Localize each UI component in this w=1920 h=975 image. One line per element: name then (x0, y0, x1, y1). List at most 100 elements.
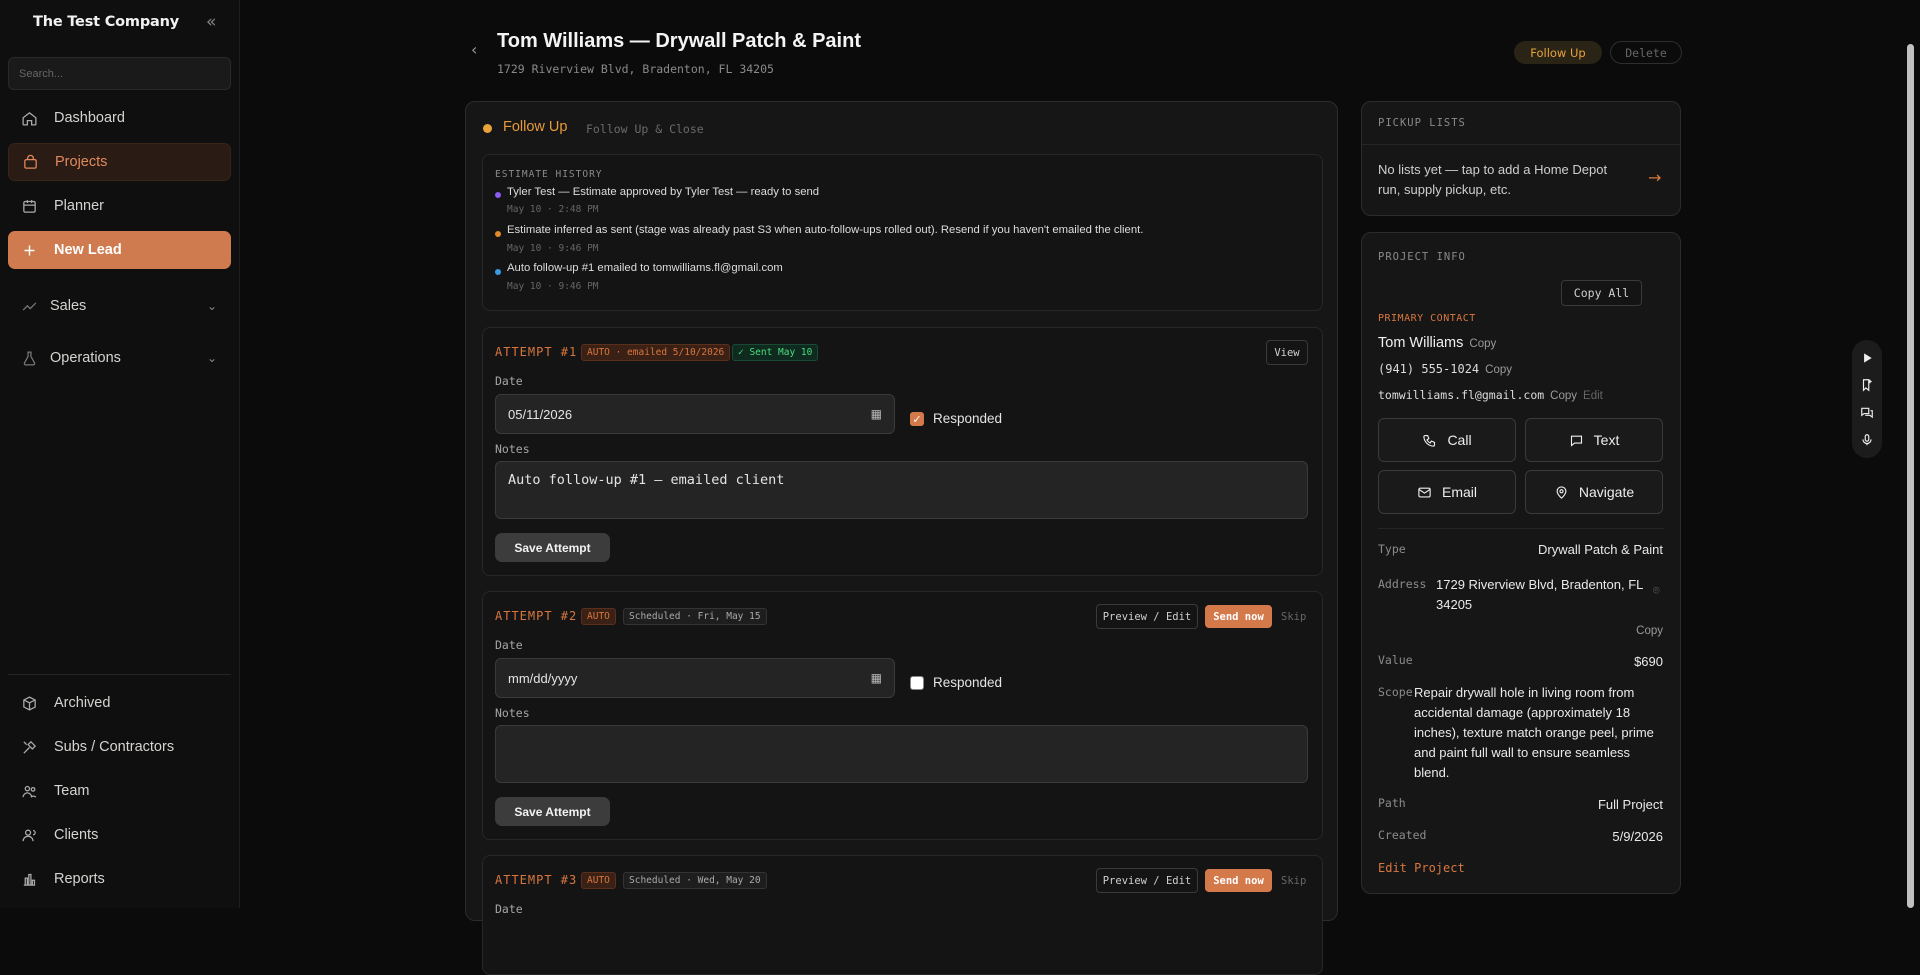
pickup-lists-panel: PICKUP LISTS No lists yet — tap to add a… (1361, 101, 1681, 216)
calendar-icon[interactable]: ▦ (871, 407, 882, 421)
preview-edit-button[interactable]: Preview / Edit (1096, 604, 1198, 629)
save-attempt-button[interactable]: Save Attempt (495, 533, 610, 562)
new-lead-label: New Lead (54, 242, 122, 258)
copy-phone-button[interactable]: Copy (1485, 364, 1512, 376)
copy-name-button[interactable]: Copy (1469, 338, 1496, 350)
sidebar-item-archived[interactable]: Archived (8, 684, 231, 722)
map-pin-icon[interactable]: ⌾ (1653, 584, 1660, 598)
follow-up-panel: Follow Up Follow Up & Close ESTIMATE HIS… (465, 101, 1338, 975)
microphone-icon[interactable] (1860, 433, 1874, 447)
calendar-icon (20, 197, 38, 215)
play-icon[interactable] (1860, 351, 1874, 365)
copy-all-button[interactable]: Copy All (1561, 280, 1642, 306)
copy-address-button[interactable]: Copy (1636, 625, 1663, 637)
sidebar-item-projects[interactable]: Projects (8, 143, 231, 181)
value-amount: $690 (1634, 654, 1663, 669)
notes-textarea[interactable] (495, 725, 1308, 783)
pickup-empty-text[interactable]: No lists yet — tap to add a Home Depot r… (1378, 160, 1628, 200)
calendar-icon[interactable]: ▦ (871, 671, 882, 685)
scrollbar[interactable] (1906, 40, 1915, 908)
call-label: Call (1447, 432, 1472, 448)
history-time: May 10 · 9:46 PM (507, 281, 599, 292)
plus-icon (20, 241, 38, 259)
auto-tag: AUTO · emailed 5/10/2026 (581, 344, 731, 361)
date-value: 05/11/2026 (508, 406, 573, 422)
sidebar-divider (8, 674, 231, 675)
sidebar-item-operations[interactable]: Operations ⌄ (8, 339, 231, 377)
text-button[interactable]: Text (1525, 418, 1663, 462)
scrollbar-thumb[interactable] (1907, 44, 1914, 908)
path-value: Full Project (1597, 797, 1663, 812)
address-label: Address (1378, 577, 1427, 591)
history-title: ESTIMATE HISTORY (495, 169, 603, 180)
history-dot (495, 231, 501, 237)
attempt-card: ATTEMPT #2 AUTO Scheduled · Fri, May 15 … (482, 591, 1323, 840)
page-title: Tom Williams — Drywall Patch & Paint (497, 30, 861, 52)
date-label: Date (495, 638, 523, 652)
notes-label: Notes (495, 706, 530, 720)
sidebar-item-label: Planner (54, 198, 104, 214)
search-input[interactable] (8, 57, 231, 90)
date-label: Date (495, 374, 523, 388)
sidebar-item-clients[interactable]: Clients (8, 816, 231, 854)
delete-button[interactable]: Delete (1610, 41, 1682, 64)
bookmark-add-icon[interactable] (1860, 378, 1874, 392)
responded-checkbox[interactable] (910, 676, 924, 690)
project-info-panel: PROJECT INFO Copy All PRIMARY CONTACT To… (1361, 232, 1681, 894)
sidebar-item-planner[interactable]: Planner (8, 187, 231, 225)
sent-badge: ✓ Sent May 10 (732, 344, 819, 361)
attempt-title: ATTEMPT #1 (495, 345, 578, 359)
value-label: Value (1378, 653, 1413, 667)
skip-button[interactable]: Skip (1281, 611, 1306, 623)
contact-phone: (941) 555-1024 (1378, 362, 1480, 376)
type-value: Drywall Patch & Paint (1538, 542, 1663, 557)
scheduled-badge: Scheduled · Fri, May 15 (623, 608, 767, 625)
edit-project-link[interactable]: Edit Project (1378, 861, 1465, 875)
email-button[interactable]: Email (1378, 470, 1516, 514)
sidebar-item-sales[interactable]: Sales ⌄ (8, 287, 231, 325)
sidebar-item-subs[interactable]: Subs / Contractors (8, 728, 231, 766)
pickup-title: PICKUP LISTS (1378, 117, 1466, 129)
status-follow-up-button[interactable]: Follow Up (1514, 41, 1602, 64)
date-label: Date (495, 902, 523, 916)
date-input[interactable]: mm/dd/yyyy ▦ (495, 658, 895, 698)
edit-contact-button[interactable]: Edit (1583, 390, 1603, 402)
sidebar-item-dashboard[interactable]: Dashboard (8, 99, 231, 137)
box-icon (20, 694, 38, 712)
view-button[interactable]: View (1266, 340, 1308, 365)
copy-email-button[interactable]: Copy (1550, 390, 1577, 402)
navigate-button[interactable]: Navigate (1525, 470, 1663, 514)
skip-button[interactable]: Skip (1281, 875, 1306, 887)
responded-label: Responded (933, 411, 1003, 426)
attempt-title: ATTEMPT #2 (495, 609, 578, 623)
sidebar-item-reports[interactable]: Reports (8, 860, 231, 898)
notes-textarea[interactable]: Auto follow-up #1 — emailed client (495, 461, 1308, 519)
date-input[interactable]: 05/11/2026 ▦ (495, 394, 895, 434)
navigate-label: Navigate (1578, 484, 1635, 500)
attempt-card: ATTEMPT #3 AUTO Scheduled · Wed, May 20 … (482, 855, 1323, 975)
sidebar-item-team[interactable]: Team (8, 772, 231, 810)
chat-icon[interactable] (1860, 406, 1874, 420)
history-time: May 10 · 2:48 PM (507, 204, 599, 215)
new-lead-button[interactable]: New Lead (8, 231, 231, 269)
responded-checkbox[interactable]: ✓ (910, 412, 924, 426)
auto-tag: AUTO (581, 872, 616, 889)
send-now-button[interactable]: Send now (1205, 869, 1272, 892)
chevron-down-icon: ⌄ (206, 351, 217, 365)
arrow-right-icon[interactable]: → (1648, 168, 1661, 187)
attempt-title: ATTEMPT #3 (495, 873, 578, 887)
stage-dot (483, 124, 492, 133)
preview-edit-button[interactable]: Preview / Edit (1096, 868, 1198, 893)
primary-contact-label: PRIMARY CONTACT (1378, 313, 1476, 324)
call-button[interactable]: Call (1378, 418, 1516, 462)
attempt-card: ATTEMPT #1 AUTO · emailed 5/10/2026 ✓ Se… (482, 327, 1323, 576)
type-label: Type (1378, 542, 1406, 556)
sidebar-item-label: Team (54, 783, 90, 799)
save-attempt-button[interactable]: Save Attempt (495, 797, 610, 826)
contact-email-row: tomwilliams.fl@gmail.com Copy Edit (1378, 388, 1603, 402)
home-icon (20, 109, 38, 127)
send-now-button[interactable]: Send now (1205, 605, 1272, 628)
back-chevron-icon[interactable]: ‹ (471, 40, 477, 59)
notes-label: Notes (495, 442, 530, 456)
collapse-sidebar-icon[interactable]: « (206, 12, 216, 32)
